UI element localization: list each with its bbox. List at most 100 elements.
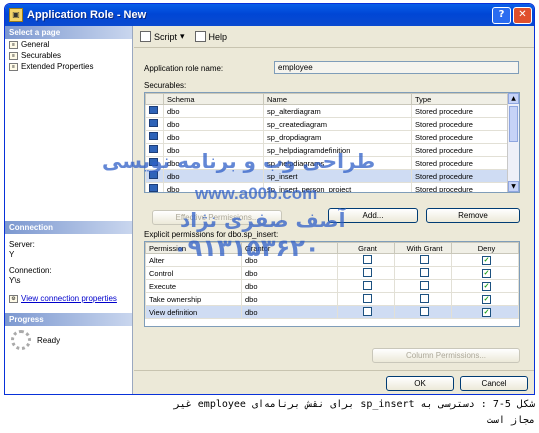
page-securables[interactable]: ≡ Securables — [5, 50, 132, 61]
progress-status: Ready — [11, 330, 60, 350]
cell-type: Stored procedure — [411, 169, 519, 183]
cell-with-grant — [394, 292, 452, 306]
column-permissions-button[interactable]: Column Permissions... — [372, 348, 520, 363]
scroll-down-icon[interactable]: ▼ — [508, 181, 519, 192]
grant-checkbox[interactable] — [363, 293, 372, 303]
grant-checkbox[interactable] — [363, 267, 372, 277]
cell-type: Stored procedure — [411, 182, 519, 192]
col-name[interactable]: Name — [263, 93, 412, 105]
col-icon — [145, 93, 164, 105]
grant-checkbox[interactable] — [363, 306, 372, 316]
connection-value: Y\s — [9, 276, 21, 285]
securables-scrollbar[interactable]: ▲ ▼ — [507, 93, 519, 192]
deny-checkbox[interactable]: ✓ — [482, 282, 491, 291]
col-deny[interactable]: Deny — [451, 242, 519, 254]
watermark-line-4: ۰۹۱۳۱۵۳۶۲۰ — [173, 234, 320, 262]
page-icon: ≡ — [9, 51, 18, 60]
with-grant-checkbox[interactable] — [420, 254, 429, 264]
help-book-icon — [194, 31, 206, 42]
remove-button[interactable]: Remove — [426, 208, 520, 223]
cell-type: Stored procedure — [411, 117, 519, 131]
with-grant-checkbox[interactable] — [420, 280, 429, 290]
stored-procedure-icon — [149, 106, 158, 114]
cell-schema: dbo — [163, 117, 264, 131]
with-grant-checkbox[interactable] — [420, 306, 429, 316]
watermark-line-1: طراحی وب و برنامه نویسی — [102, 149, 376, 173]
cell-deny: ✓ — [451, 279, 519, 293]
help-button[interactable]: Help — [194, 31, 228, 42]
cell-deny: ✓ — [451, 292, 519, 306]
cell-schema: dbo — [163, 104, 264, 118]
cell-with-grant — [394, 266, 452, 280]
permission-row[interactable]: View definition dbo ✓ — [145, 305, 519, 319]
server-value: Y — [9, 250, 15, 259]
stored-procedure-icon — [149, 184, 158, 192]
cell-grantor: dbo — [241, 305, 338, 319]
cell-name: sp_dropdiagram — [263, 130, 412, 144]
cell-name: sp_alterdiagram — [263, 104, 412, 118]
close-icon[interactable]: ✕ — [513, 6, 532, 24]
page-general[interactable]: ≡ General — [5, 39, 132, 50]
page-icon: ≡ — [9, 40, 18, 49]
help-label: Help — [208, 31, 228, 42]
script-button[interactable]: Script ▾ — [140, 31, 185, 42]
connection-header: Connection — [5, 221, 132, 234]
stored-procedure-icon — [149, 119, 158, 127]
role-name-field[interactable]: employee — [274, 61, 519, 74]
cell-grantor: dbo — [241, 292, 338, 306]
help-icon[interactable]: ? — [492, 6, 511, 24]
progress-text: Ready — [37, 335, 61, 345]
cell-permission: Control — [145, 266, 242, 280]
col-schema[interactable]: Schema — [163, 93, 264, 105]
ok-button[interactable]: OK — [386, 376, 454, 391]
with-grant-checkbox[interactable] — [420, 267, 429, 277]
table-row[interactable]: dbo sp_alterdiagram Stored procedure — [145, 104, 519, 118]
watermark-line-3: آصف صفری نژاد — [180, 208, 346, 232]
cell-permission: Execute — [145, 279, 242, 293]
cell-name: sp_creatediagram — [263, 117, 412, 131]
scroll-up-icon[interactable]: ▲ — [508, 93, 519, 104]
cell-deny: ✓ — [451, 253, 519, 267]
select-page-header: Select a page — [5, 26, 132, 39]
connection-label: Connection: — [9, 266, 52, 275]
page-general-label: General — [21, 40, 50, 49]
cell-permission: View definition — [145, 305, 242, 319]
cell-grantor: dbo — [241, 266, 338, 280]
cell-grant — [337, 305, 395, 319]
cell-type: Stored procedure — [411, 130, 519, 144]
footer-divider — [134, 370, 534, 371]
deny-checkbox[interactable]: ✓ — [482, 308, 491, 317]
col-with-grant[interactable]: With Grant — [394, 242, 452, 254]
view-connection-properties-link[interactable]: View connection properties — [21, 294, 117, 304]
page-extended-properties[interactable]: ≡ Extended Properties — [5, 61, 132, 72]
cell-permission: Take ownership — [145, 292, 242, 306]
grant-checkbox[interactable] — [363, 280, 372, 290]
cancel-button[interactable]: Cancel — [460, 376, 528, 391]
cell-grant — [337, 266, 395, 280]
with-grant-checkbox[interactable] — [420, 293, 429, 303]
col-type[interactable]: Type — [411, 93, 519, 105]
title-bar[interactable]: ▣ Application Role - New ? ✕ — [5, 4, 534, 26]
toolbar: Script ▾ Help — [134, 26, 534, 48]
scroll-thumb[interactable] — [509, 106, 518, 142]
deny-checkbox[interactable]: ✓ — [482, 295, 491, 304]
cell-type: Stored procedure — [411, 143, 519, 157]
table-row[interactable]: dbo sp_creatediagram Stored procedure — [145, 117, 519, 131]
col-grant[interactable]: Grant — [337, 242, 395, 254]
cell-type: Stored procedure — [411, 104, 519, 118]
cell-with-grant — [394, 279, 452, 293]
page-icon: ≡ — [9, 62, 18, 71]
deny-checkbox[interactable]: ✓ — [482, 256, 491, 265]
securables-grid[interactable]: Schema Name Type dbo sp_alterdiagram Store… — [144, 92, 520, 193]
table-row[interactable]: dbo sp_dropdiagram Stored procedure — [145, 130, 519, 144]
caption-line-2: مجاز است — [486, 415, 535, 426]
permission-row[interactable]: Take ownership dbo ✓ — [145, 292, 519, 306]
permission-row[interactable]: Execute dbo ✓ — [145, 279, 519, 293]
deny-checkbox[interactable]: ✓ — [482, 269, 491, 278]
cell-schema: dbo — [163, 130, 264, 144]
script-icon — [140, 31, 151, 42]
application-role-window: ▣ Application Role - New ? ✕ Select a pa… — [4, 3, 535, 395]
grant-checkbox[interactable] — [363, 254, 372, 264]
permission-row[interactable]: Control dbo ✓ — [145, 266, 519, 280]
watermark-line-2: www.a00b.com — [195, 184, 318, 203]
